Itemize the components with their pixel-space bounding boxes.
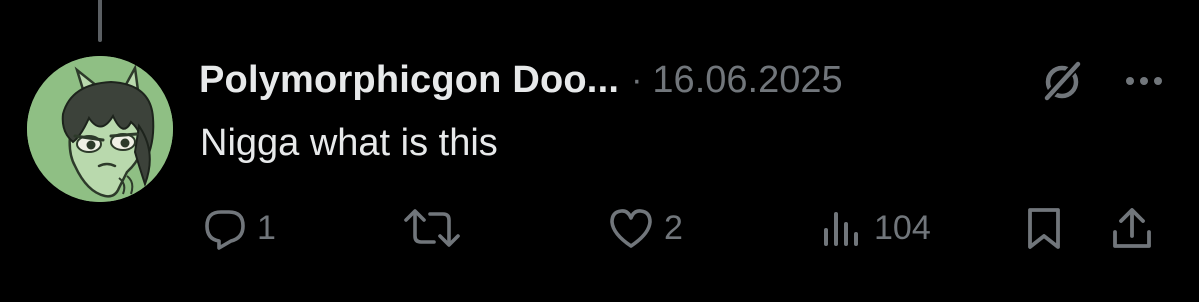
bookmark-icon	[1028, 208, 1060, 249]
post-text: Nigga what is this	[200, 122, 498, 164]
grok-icon[interactable]	[1040, 58, 1084, 104]
avatar[interactable]	[27, 56, 173, 202]
share-icon	[1113, 208, 1151, 248]
avatar-image	[27, 56, 173, 202]
views-count: 104	[874, 208, 931, 247]
more-options-icon[interactable]	[1122, 66, 1166, 96]
post-timestamp[interactable]: 16.06.2025	[652, 59, 842, 102]
thread-connector-line	[98, 0, 102, 42]
post-header: Polymorphicgon Doo... · 16.06.2025	[199, 56, 843, 104]
share-button[interactable]	[1110, 204, 1154, 252]
reply-icon	[205, 210, 245, 250]
views-button[interactable]: 104	[820, 204, 931, 252]
repost-button[interactable]	[402, 204, 472, 252]
bookmark-button[interactable]	[1024, 204, 1064, 252]
repost-icon	[404, 209, 460, 247]
author-display-name[interactable]: Polymorphicgon Doo...	[199, 59, 619, 102]
views-icon	[824, 212, 858, 246]
like-count: 2	[664, 208, 683, 247]
reply-count: 1	[257, 208, 276, 247]
heart-icon	[610, 209, 652, 248]
reply-button[interactable]: 1	[203, 204, 276, 252]
header-separator: ·	[631, 60, 643, 99]
like-button[interactable]: 2	[608, 204, 683, 252]
